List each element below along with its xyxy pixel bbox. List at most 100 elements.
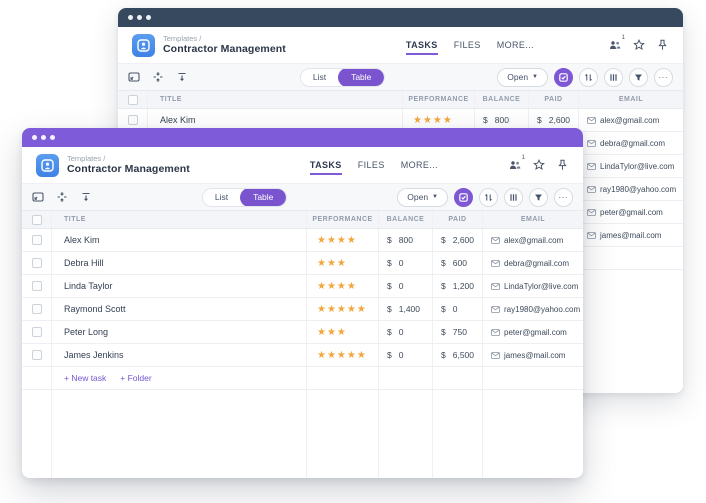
table-row[interactable]: Linda Taylor ★★★★ $0 $1,200 LindaTylor@l… bbox=[22, 275, 583, 298]
row-checkbox[interactable] bbox=[31, 304, 42, 314]
columns-button[interactable] bbox=[504, 187, 523, 207]
row-checkbox[interactable] bbox=[127, 115, 138, 125]
new-folder-link[interactable]: + Folder bbox=[120, 373, 151, 383]
sort-button[interactable] bbox=[479, 187, 498, 207]
app-window-foreground[interactable]: Templates / Contractor Management TASKS … bbox=[22, 128, 583, 478]
view-list-button[interactable]: List bbox=[301, 69, 338, 86]
more-options-button[interactable]: ... bbox=[654, 67, 673, 87]
tab-files[interactable]: FILES bbox=[358, 160, 385, 170]
favorite-star-icon[interactable] bbox=[632, 39, 645, 52]
view-list-button[interactable]: List bbox=[203, 189, 240, 206]
tab-files[interactable]: FILES bbox=[454, 40, 481, 50]
row-checkbox[interactable] bbox=[31, 350, 42, 360]
window-control-dot[interactable] bbox=[32, 135, 37, 140]
tab-tasks[interactable]: TASKS bbox=[405, 40, 438, 55]
table-row[interactable]: James Jenkins ★★★★★ $0 $6,500 james@mail… bbox=[22, 344, 583, 367]
row-checkbox[interactable] bbox=[31, 327, 42, 337]
page-title: Contractor Management bbox=[163, 43, 286, 56]
filter-button[interactable] bbox=[629, 67, 648, 87]
window-control-dot[interactable] bbox=[128, 15, 133, 20]
email-value: ray1980@yahoo.com bbox=[504, 304, 581, 314]
column-header-email[interactable]: EMAIL bbox=[579, 91, 683, 108]
balance-value: 0 bbox=[398, 350, 404, 360]
status-filter-dropdown[interactable]: Open ▼ bbox=[397, 187, 448, 207]
select-all-checkbox[interactable] bbox=[127, 94, 138, 105]
share-users-icon[interactable]: 1 bbox=[608, 35, 625, 52]
favorite-star-icon[interactable] bbox=[532, 159, 545, 172]
table-row[interactable]: Debra Hill ★★★ $0 $600 debra@gmail.com bbox=[22, 252, 583, 275]
table-row[interactable]: Raymond Scott ★★★★★ $1,400 $0 ray1980@ya… bbox=[22, 298, 583, 321]
balance-value: 800 bbox=[494, 115, 509, 125]
tab-more[interactable]: MORE... bbox=[401, 160, 438, 170]
breadcrumb[interactable]: Templates / bbox=[163, 34, 286, 44]
performance-stars: ★★★★★ bbox=[317, 303, 367, 315]
table-footer-row: + New task + Folder bbox=[22, 367, 583, 390]
balance-value: 0 bbox=[398, 258, 404, 268]
performance-stars: ★★★ bbox=[317, 257, 347, 269]
tab-tasks[interactable]: TASKS bbox=[309, 160, 342, 175]
window-control-dot[interactable] bbox=[50, 135, 55, 140]
column-header-email[interactable]: EMAIL bbox=[483, 211, 583, 228]
email-value: LindaTylor@live.com bbox=[600, 161, 675, 171]
row-height-icon[interactable] bbox=[56, 191, 68, 203]
window-control-dot[interactable] bbox=[137, 15, 142, 20]
tasks-check-toggle-button[interactable] bbox=[554, 67, 573, 87]
table-row[interactable]: Peter Long ★★★ $0 $750 peter@gmail.com bbox=[22, 321, 583, 344]
columns-button[interactable] bbox=[604, 67, 623, 87]
view-table-button[interactable]: Table bbox=[338, 68, 385, 86]
currency-symbol: $ bbox=[387, 235, 392, 245]
table-header-row: TITLE PERFORMANCE BALANCE PAID EMAIL bbox=[118, 91, 683, 109]
pin-icon[interactable] bbox=[556, 159, 569, 172]
row-checkbox[interactable] bbox=[31, 235, 42, 245]
paid-value: 0 bbox=[452, 304, 458, 314]
table-empty-area bbox=[22, 390, 583, 478]
view-toolbar: List Table Open ▼ ... bbox=[118, 63, 683, 91]
tasks-table: TITLE PERFORMANCE BALANCE PAID EMAIL Ale… bbox=[22, 211, 583, 478]
status-filter-dropdown[interactable]: Open ▼ bbox=[497, 67, 548, 87]
collapse-all-icon[interactable] bbox=[176, 71, 188, 83]
new-task-link[interactable]: + New task bbox=[64, 373, 106, 383]
column-header-performance[interactable]: PERFORMANCE bbox=[403, 91, 475, 108]
column-header-title[interactable]: TITLE bbox=[52, 211, 307, 228]
column-header-title[interactable]: TITLE bbox=[148, 91, 403, 108]
sort-button[interactable] bbox=[579, 67, 598, 87]
document-header: Templates / Contractor Management TASKS … bbox=[118, 27, 683, 63]
task-title: James Jenkins bbox=[52, 344, 307, 366]
column-header-paid[interactable]: PAID bbox=[529, 91, 579, 108]
email-value: debra@gmail.com bbox=[504, 258, 570, 268]
tab-bar: TASKS FILES MORE... bbox=[405, 40, 534, 55]
column-header-paid[interactable]: PAID bbox=[433, 211, 483, 228]
task-title: Alex Kim bbox=[52, 229, 307, 251]
share-count: 1 bbox=[621, 34, 625, 41]
currency-symbol: $ bbox=[387, 304, 392, 314]
tab-more[interactable]: MORE... bbox=[497, 40, 534, 50]
envelope-icon bbox=[587, 185, 596, 193]
view-table-button[interactable]: Table bbox=[240, 188, 287, 206]
window-control-dot[interactable] bbox=[41, 135, 46, 140]
window-titlebar bbox=[118, 8, 683, 27]
more-options-button[interactable]: ... bbox=[554, 187, 573, 207]
task-title: Linda Taylor bbox=[52, 275, 307, 297]
email-value: alex@gmail.com bbox=[504, 235, 564, 245]
expand-view-icon[interactable] bbox=[128, 71, 140, 83]
column-header-performance[interactable]: PERFORMANCE bbox=[307, 211, 379, 228]
breadcrumb[interactable]: Templates / bbox=[67, 154, 190, 164]
table-row[interactable]: Alex Kim ★★★★ $800 $2,600 alex@gmail.com bbox=[22, 229, 583, 252]
expand-view-icon[interactable] bbox=[32, 191, 44, 203]
pin-icon[interactable] bbox=[656, 39, 669, 52]
collapse-all-icon[interactable] bbox=[80, 191, 92, 203]
window-control-dot[interactable] bbox=[146, 15, 151, 20]
tasks-check-toggle-button[interactable] bbox=[454, 187, 473, 207]
currency-symbol: $ bbox=[387, 350, 392, 360]
row-height-icon[interactable] bbox=[152, 71, 164, 83]
filter-button[interactable] bbox=[529, 187, 548, 207]
column-header-balance[interactable]: BALANCE bbox=[379, 211, 433, 228]
view-switcher: List Table bbox=[201, 187, 288, 207]
email-value: ray1980@yahoo.com bbox=[600, 184, 677, 194]
select-all-checkbox[interactable] bbox=[31, 214, 42, 225]
row-checkbox[interactable] bbox=[31, 258, 42, 268]
row-checkbox[interactable] bbox=[31, 281, 42, 291]
email-value: peter@gmail.com bbox=[504, 327, 567, 337]
share-users-icon[interactable]: 1 bbox=[508, 155, 525, 172]
column-header-balance[interactable]: BALANCE bbox=[475, 91, 529, 108]
